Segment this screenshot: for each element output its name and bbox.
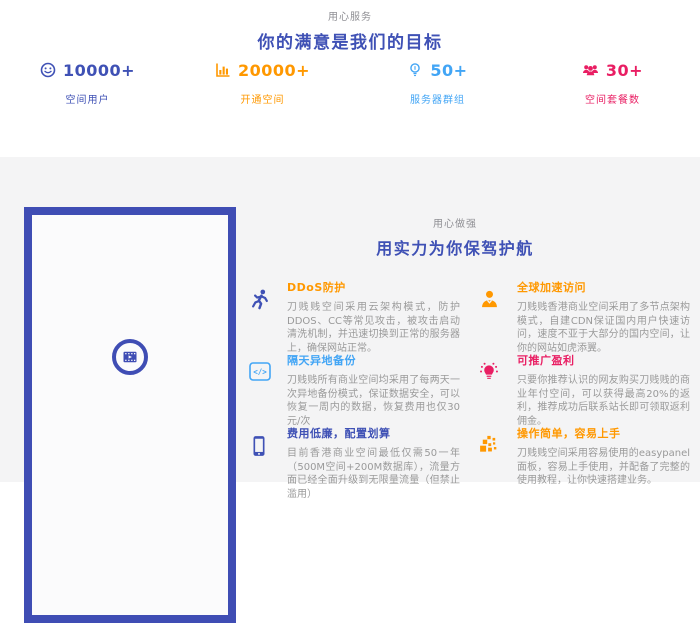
- strength-title: 用实力为你保驾护航: [225, 235, 685, 259]
- stat-value: 50+: [430, 61, 467, 80]
- stat-server-groups: 50+ 服务器群组: [350, 58, 525, 106]
- feature-title: DDoS防护: [287, 279, 460, 295]
- feature-global-access: 全球加速访问 刀贱贱香港商业空间采用了多节点架构模式，自建CDN保证国内用户快速…: [478, 270, 690, 343]
- feature-text: 目前香港商业空间最低仅需50一年（500M空间+200M数据库），流量方面已经全…: [287, 447, 460, 501]
- services-title: 你的满意是我们的目标: [0, 28, 700, 53]
- stat-value: 30+: [606, 61, 643, 80]
- bulb-outline-icon: [407, 62, 423, 78]
- feature-title: 全球加速访问: [517, 279, 690, 295]
- feature-title: 可推广盈利: [517, 352, 690, 368]
- media-placeholder-circle: [112, 339, 148, 375]
- feature-title: 操作简单，容易上手: [517, 425, 690, 441]
- feature-title: 隔天异地备份: [287, 352, 460, 368]
- section-strength: 用心做强 用实力为你保驾护航 DDoS防护 刀贱贱空间采用云架构模式: [0, 157, 700, 482]
- page: 用心服务 你的满意是我们的目标 10000+ 空间用户: [0, 0, 700, 482]
- stat-opened-spaces: 20000+ 开通空间: [175, 58, 350, 106]
- stats-row: 10000+ 空间用户 20000+ 开通空间: [0, 58, 700, 106]
- stat-label: 空间用户: [0, 91, 175, 106]
- section-services: 用心服务 你的满意是我们的目标 10000+ 空间用户: [0, 0, 700, 157]
- businessman-icon: [478, 270, 517, 343]
- phone-icon: [248, 416, 287, 489]
- bulb-filled-icon: [478, 343, 517, 416]
- stat-value: 20000+: [238, 61, 310, 80]
- feature-easy-use: 操作简单，容易上手 刀贱贱空间采用容易使用的easypanel面板，容易上手使用…: [478, 416, 690, 489]
- media-placeholder: [24, 207, 236, 623]
- stat-label: 空间套餐数: [525, 91, 700, 106]
- stat-label: 开通空间: [175, 91, 350, 106]
- strength-header: 用心做强 用实力为你保驾护航: [225, 215, 685, 259]
- stat-space-users: 10000+ 空间用户: [0, 58, 175, 106]
- feature-text: 刀贱贱空间采用容易使用的easypanel面板，容易上手使用，并配备了完整的使用…: [517, 447, 690, 488]
- strength-eyebrow: 用心做强: [225, 215, 685, 230]
- stat-value: 10000+: [63, 61, 135, 80]
- users-icon: [582, 62, 599, 78]
- feature-backup: </> 隔天异地备份 刀贱贱所有商业空间均采用了每两天一次异地备份模式，保证数据…: [248, 343, 460, 416]
- smiley-icon: [40, 62, 56, 78]
- features-grid: DDoS防护 刀贱贱空间采用云架构模式，防护DDOS、CC等常见攻击，被攻击启动…: [248, 270, 700, 489]
- feature-title: 费用低廉，配置划算: [287, 425, 460, 441]
- film-icon: [123, 351, 137, 363]
- stat-packages: 30+ 空间套餐数: [525, 58, 700, 106]
- feature-referral: 可推广盈利 只要你推荐认识的网友购买刀贱贱的商业年付空间，可以获得最高20%的返…: [478, 343, 690, 416]
- runner-icon: [248, 270, 287, 343]
- svg-text:</>: </>: [253, 368, 267, 377]
- bar-chart-icon: [215, 62, 231, 78]
- services-eyebrow: 用心服务: [0, 0, 700, 23]
- pixels-icon: [478, 416, 517, 489]
- feature-low-cost: 费用低廉，配置划算 目前香港商业空间最低仅需50一年（500M空间+200M数据…: [248, 416, 460, 489]
- feature-ddos: DDoS防护 刀贱贱空间采用云架构模式，防护DDOS、CC等常见攻击，被攻击启动…: [248, 270, 460, 343]
- stat-label: 服务器群组: [350, 91, 525, 106]
- code-icon: </>: [248, 343, 287, 416]
